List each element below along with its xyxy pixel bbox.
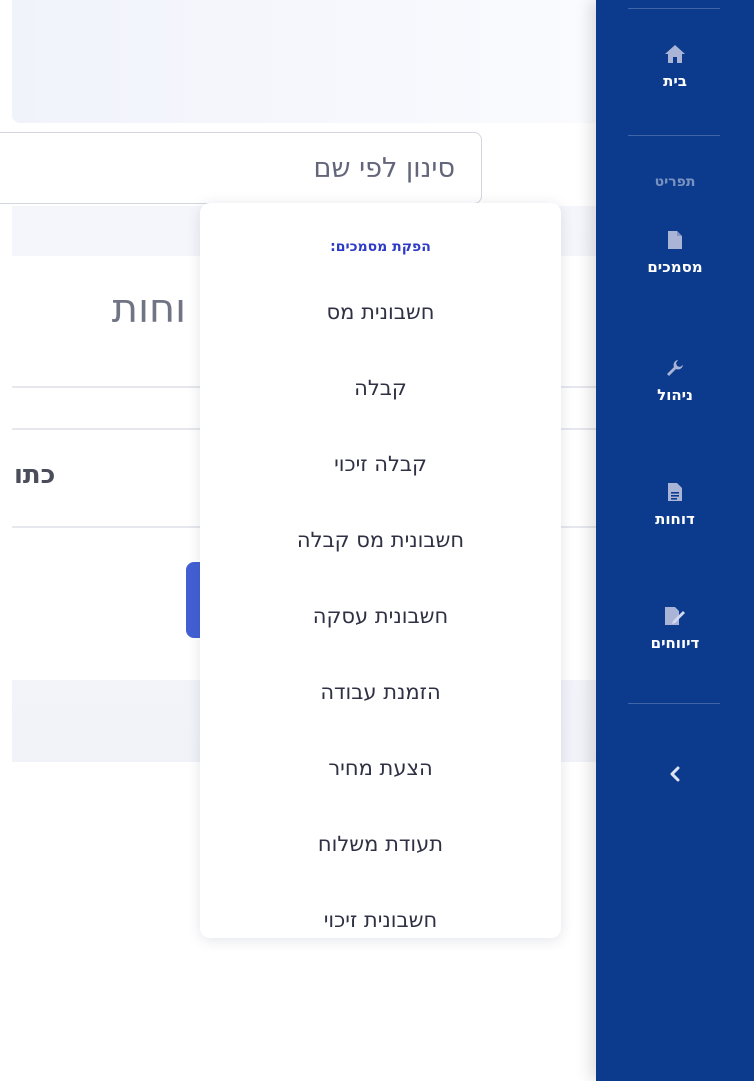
dropdown-item-work-order[interactable]: הזמנת עבודה bbox=[200, 663, 561, 739]
dropdown-list: חשבונית מס קבלה קבלה זיכוי חשבונית מס קב… bbox=[200, 283, 561, 967]
sidebar-section-title: תפריט bbox=[654, 174, 696, 190]
dropdown-header: הפקת מסמכים: bbox=[330, 239, 431, 255]
dropdown-item-credit-receipt[interactable]: קבלה זיכוי bbox=[200, 435, 561, 511]
dropdown-item-tax-invoice[interactable]: חשבונית מס bbox=[200, 283, 561, 359]
sidebar-divider bbox=[628, 703, 720, 704]
sidebar-item-filings[interactable]: דיווחים bbox=[596, 606, 754, 652]
sidebar-item-home[interactable]: בית bbox=[596, 44, 754, 90]
chevron-left-icon bbox=[670, 766, 680, 782]
dropdown-item-receipt[interactable]: קבלה bbox=[200, 359, 561, 435]
sidebar: בית תפריט מסמכים ניהול דוחות דיווחים bbox=[596, 0, 754, 1081]
sidebar-item-label: דוחות bbox=[655, 510, 695, 528]
home-icon bbox=[665, 45, 685, 63]
dropdown-item-price-quote[interactable]: הצעת מחיר bbox=[200, 739, 561, 815]
sidebar-item-reports[interactable]: דוחות bbox=[596, 482, 754, 528]
document-icon bbox=[668, 231, 682, 249]
search-input[interactable] bbox=[0, 132, 482, 204]
report-icon bbox=[668, 483, 682, 501]
sidebar-item-management[interactable]: ניהול bbox=[596, 358, 754, 404]
sidebar-item-label: מסמכים bbox=[647, 258, 703, 276]
sidebar-item-documents[interactable]: מסמכים bbox=[596, 230, 754, 276]
dropdown-item-tax-invoice-receipt[interactable]: חשבונית מס קבלה bbox=[200, 511, 561, 587]
dropdown-item-delivery-note[interactable]: תעודת משלוח bbox=[200, 815, 561, 891]
dropdown-item-deal-invoice[interactable]: חשבונית עסקה bbox=[200, 587, 561, 663]
sidebar-item-label: בית bbox=[663, 72, 687, 90]
top-bar bbox=[12, 0, 596, 123]
documents-dropdown: הפקת מסמכים: חשבונית מס קבלה קבלה זיכוי … bbox=[200, 203, 561, 938]
sidebar-divider bbox=[628, 135, 720, 136]
edit-report-icon bbox=[665, 607, 685, 625]
table-column-header: כתו bbox=[14, 460, 56, 490]
sidebar-collapse-button[interactable] bbox=[596, 766, 754, 782]
page-title: וחות bbox=[111, 286, 186, 332]
sidebar-item-label: דיווחים bbox=[650, 634, 700, 652]
sidebar-item-label: ניהול bbox=[657, 386, 693, 404]
wrench-icon bbox=[667, 360, 683, 376]
sidebar-divider bbox=[628, 8, 720, 9]
dropdown-item-credit-invoice[interactable]: חשבונית זיכוי bbox=[200, 891, 561, 967]
